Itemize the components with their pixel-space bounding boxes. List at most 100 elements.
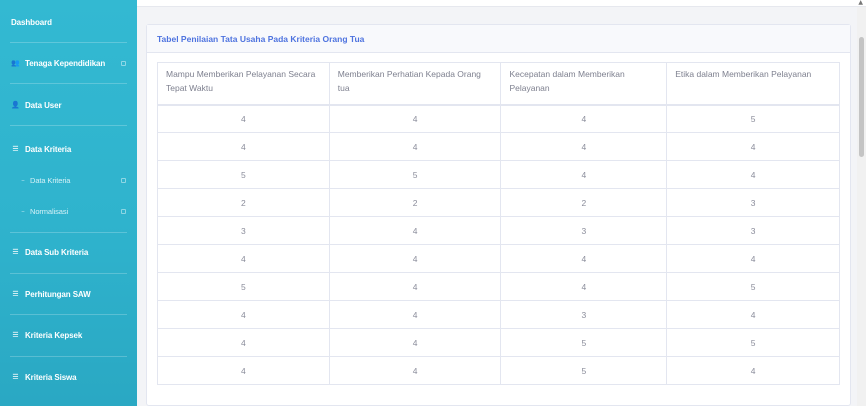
table-cell: 4 bbox=[667, 357, 840, 385]
sidebar-item[interactable]: ☰Kriteria Kepsek bbox=[0, 329, 137, 341]
column-header: Kecepatan dalam Memberikan Pelayanan bbox=[501, 63, 667, 105]
table-cell: 4 bbox=[501, 161, 667, 189]
table-cell: 5 bbox=[501, 357, 667, 385]
sidebar-item[interactable]: ☰ Kriteria Siswa bbox=[0, 371, 137, 383]
table-cell: 4 bbox=[158, 329, 330, 357]
sidebar-item[interactable]: 👤 Data User bbox=[0, 99, 137, 111]
sidebar-item[interactable]: ☰ Data Kriteria bbox=[0, 143, 137, 155]
sidebar-item[interactable]: –Normalisasi bbox=[0, 205, 137, 217]
scrollbar-thumb[interactable] bbox=[859, 37, 864, 157]
table-row: 4444 bbox=[158, 245, 840, 273]
page-scrollbar[interactable] bbox=[857, 7, 866, 406]
sidebar-item-label: Data Kriteria bbox=[25, 145, 71, 154]
dot-icon: – bbox=[20, 176, 26, 184]
column-header: Etika dalam Memberikan Pelayanan bbox=[667, 63, 840, 105]
sidebar-item-label: Kriteria Siswa bbox=[25, 373, 77, 382]
table-cell: 4 bbox=[158, 357, 330, 385]
table-cell: 4 bbox=[158, 133, 330, 161]
sidebar-divider bbox=[10, 125, 127, 126]
users-icon: 👥 bbox=[11, 59, 20, 67]
card-header: Tabel Penilaian Tata Usaha Pada Kriteria… bbox=[147, 25, 850, 53]
sidebar-item-label: Perhitungan SAW bbox=[25, 290, 91, 299]
sidebar-divider bbox=[10, 314, 127, 315]
assessment-table: Mampu Memberikan Pelayanan Secara Tepat … bbox=[157, 62, 840, 385]
table-cell: 4 bbox=[501, 105, 667, 133]
column-header: Memberikan Perhatian Kepada Orang tua bbox=[329, 63, 501, 105]
table-cell: 4 bbox=[667, 301, 840, 329]
sidebar-item-label: Data Sub Kriteria bbox=[25, 248, 88, 257]
table-row: 4445 bbox=[158, 105, 840, 133]
sidebar-item[interactable]: 👥 Tenaga Kependidikan bbox=[0, 57, 137, 69]
table-cell: 5 bbox=[667, 329, 840, 357]
table-cell: 4 bbox=[667, 161, 840, 189]
table-wrapper: Mampu Memberikan Pelayanan Secara Tepat … bbox=[157, 62, 840, 385]
table-cell: 3 bbox=[667, 217, 840, 245]
sidebar-item[interactable]: –Data Kriteria bbox=[0, 174, 137, 186]
table-cell: 3 bbox=[501, 301, 667, 329]
list-icon: ☰ bbox=[11, 373, 20, 381]
table-cell: 5 bbox=[158, 161, 330, 189]
collapse-toggle-icon bbox=[121, 61, 126, 66]
table-cell: 4 bbox=[329, 329, 501, 357]
sidebar-item-label: Normalisasi bbox=[30, 207, 68, 216]
sidebar-item-label: Tenaga Kependidikan bbox=[25, 59, 105, 68]
assessment-card: Tabel Penilaian Tata Usaha Pada Kriteria… bbox=[146, 24, 851, 406]
table-row: 3433 bbox=[158, 217, 840, 245]
sidebar: Dashboard 👥 Tenaga Kependidikan 👤 Data User ☰… bbox=[0, 0, 137, 406]
collapse-toggle-icon bbox=[121, 178, 126, 183]
table-cell: 4 bbox=[329, 217, 501, 245]
sidebar-item-label: Data Kriteria bbox=[30, 176, 70, 185]
list-icon: ☰ bbox=[11, 290, 20, 298]
table-row: 4444 bbox=[158, 133, 840, 161]
table-row: 5445 bbox=[158, 273, 840, 301]
table-cell: 4 bbox=[158, 105, 330, 133]
sidebar-divider bbox=[10, 356, 127, 357]
collapse-toggle-icon bbox=[121, 209, 126, 214]
table-cell: 5 bbox=[667, 273, 840, 301]
sidebar-item[interactable]: ☰ Data Sub Kriteria bbox=[0, 246, 137, 258]
table-cell: 4 bbox=[329, 133, 501, 161]
sidebar-item-label: Dashboard bbox=[11, 18, 52, 27]
list-icon: ☰ bbox=[11, 248, 20, 256]
dot-icon: – bbox=[20, 207, 26, 215]
table-cell: 2 bbox=[329, 189, 501, 217]
scroll-up-arrow-icon[interactable]: ▲ bbox=[858, 0, 863, 6]
table-cell: 5 bbox=[329, 161, 501, 189]
sidebar-divider bbox=[10, 273, 127, 274]
table-header-row: Mampu Memberikan Pelayanan Secara Tepat … bbox=[158, 63, 840, 105]
table-row: 4434 bbox=[158, 301, 840, 329]
sidebar-divider bbox=[10, 42, 127, 43]
table-cell: 4 bbox=[501, 133, 667, 161]
user-icon: 👤 bbox=[11, 101, 20, 109]
table-cell: 4 bbox=[158, 245, 330, 273]
table-cell: 4 bbox=[329, 105, 501, 133]
table-cell: 4 bbox=[667, 133, 840, 161]
sidebar-item[interactable]: ☰ Perhitungan SAW bbox=[0, 288, 137, 300]
table-cell: 4 bbox=[667, 245, 840, 273]
list-icon: ☰ bbox=[11, 145, 20, 153]
sidebar-item-label: Data User bbox=[25, 101, 61, 110]
table-cell: 4 bbox=[329, 301, 501, 329]
column-header: Mampu Memberikan Pelayanan Secara Tepat … bbox=[158, 63, 330, 105]
table-row: 4455 bbox=[158, 329, 840, 357]
sidebar-item[interactable]: Dashboard bbox=[0, 16, 137, 28]
table-cell: 4 bbox=[329, 357, 501, 385]
table-cell: 4 bbox=[158, 301, 330, 329]
sidebar-divider bbox=[10, 232, 127, 233]
table-row: 4454 bbox=[158, 357, 840, 385]
table-cell: 5 bbox=[667, 105, 840, 133]
sidebar-item-label: Kriteria Kepsek bbox=[25, 331, 82, 340]
table-cell: 4 bbox=[501, 273, 667, 301]
table-cell: 3 bbox=[501, 217, 667, 245]
app-window: ▲ Dashboard 👥 Tenaga Kependidikan 👤 Data Use… bbox=[0, 0, 866, 406]
table-row: 5544 bbox=[158, 161, 840, 189]
card-title: Tabel Penilaian Tata Usaha Pada Kriteria… bbox=[157, 34, 364, 44]
table-cell: 4 bbox=[329, 273, 501, 301]
table-cell: 4 bbox=[329, 245, 501, 273]
table-row: 2223 bbox=[158, 189, 840, 217]
table-body: 4445444455442223343344445445443444554454 bbox=[158, 105, 840, 385]
table-cell: 3 bbox=[158, 217, 330, 245]
table-cell: 5 bbox=[158, 273, 330, 301]
table-cell: 2 bbox=[158, 189, 330, 217]
sidebar-divider bbox=[10, 83, 127, 84]
